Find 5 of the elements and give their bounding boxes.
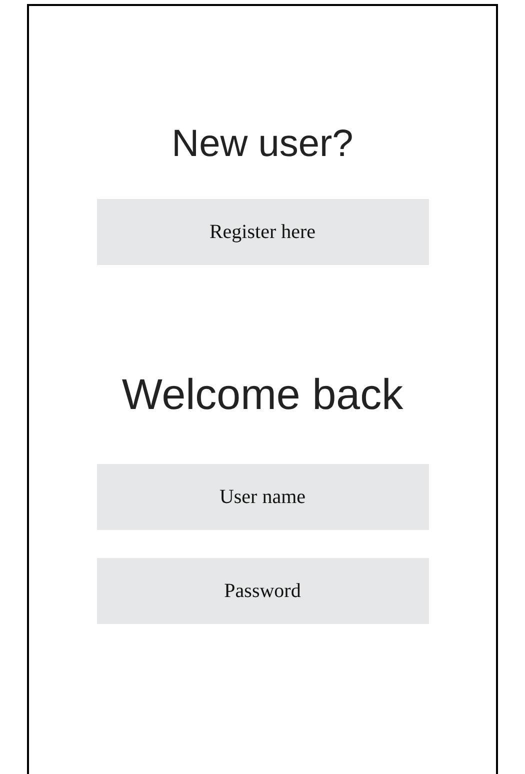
input-field[interactable]: User name [96, 464, 428, 530]
section-heading: Welcome back [122, 370, 404, 420]
input-field[interactable]: Password [96, 558, 428, 624]
register-button[interactable]: Register here [96, 198, 428, 264]
section-heading: New user? [172, 122, 354, 167]
